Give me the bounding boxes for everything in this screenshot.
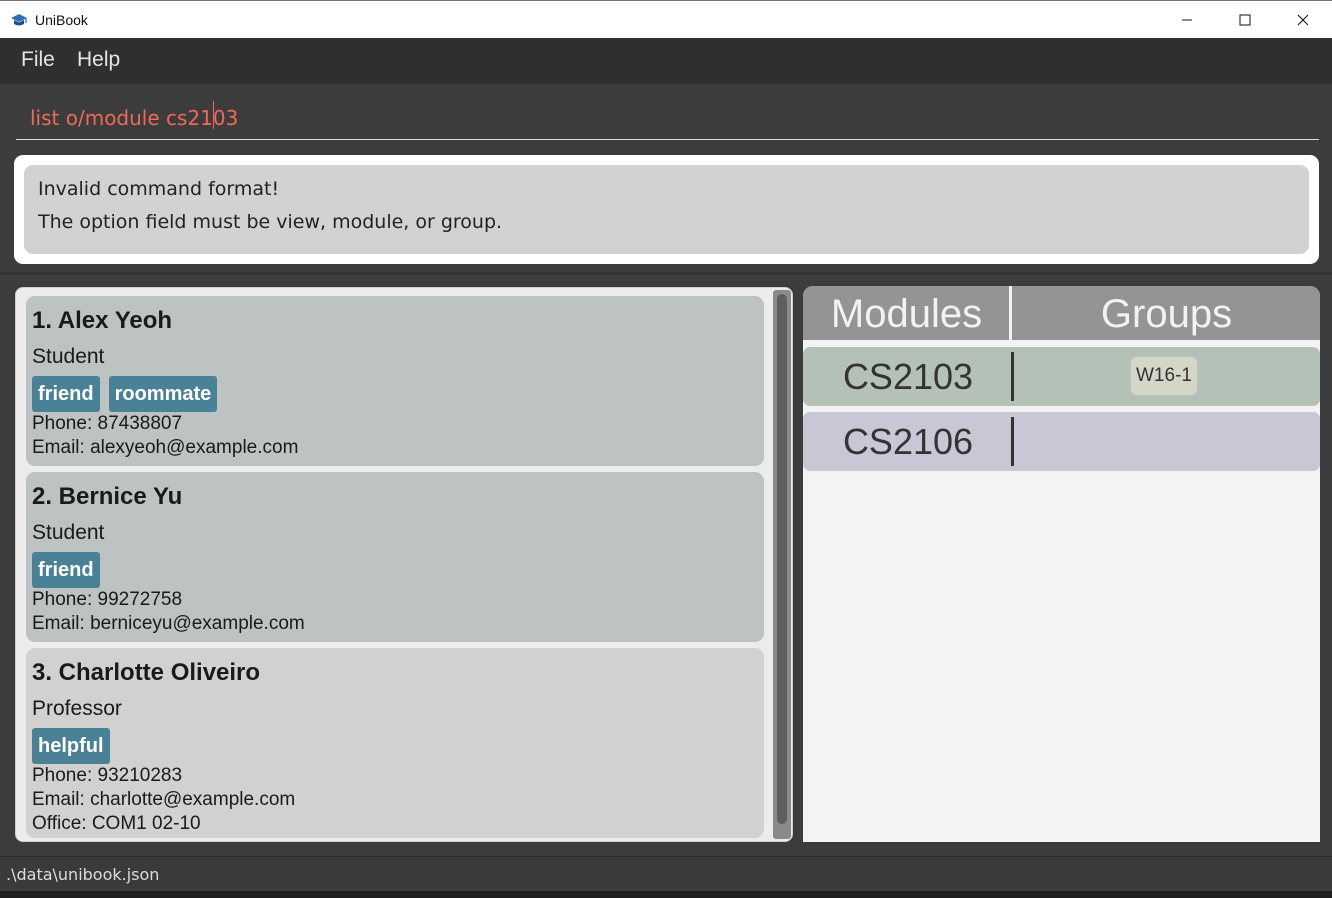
person-list-panel[interactable]: 1. Alex Yeoh Student friend roommate Pho… [15,287,793,842]
menu-help[interactable]: Help [77,48,120,72]
module-code: CS2106 [842,421,974,462]
header-separator [1009,286,1012,340]
module-code: CS2103 [842,356,974,397]
bottom-strip [0,891,1332,898]
tag: friend [32,552,100,588]
person-name: 1. Alex Yeoh [32,307,173,334]
maximize-button[interactable] [1216,1,1274,39]
command-input[interactable] [16,96,1319,140]
result-display: Invalid command format! The option field… [14,155,1319,264]
window-title: UniBook [35,12,88,28]
person-phone: Phone: 93210283 [32,765,183,786]
close-button[interactable] [1274,1,1332,39]
person-role: Student [32,521,105,544]
row-separator [1011,352,1014,401]
person-card[interactable]: 1. Alex Yeoh Student friend roommate Pho… [26,296,764,466]
text-caret [213,101,214,129]
tag: helpful [32,728,110,764]
tag: roommate [108,376,218,412]
tag-list: friend roommate [32,376,758,412]
data-file-path: .\data\unibook.json [6,865,160,884]
tag: friend [32,376,100,412]
modules-header: Modules Groups [803,286,1320,340]
person-email: Email: berniceyu@example.com [32,613,305,634]
person-name: 2. Bernice Yu [32,483,183,510]
person-card[interactable]: 2. Bernice Yu Student friend Phone: 9927… [26,472,764,642]
person-name: 3. Charlotte Oliveiro [32,659,261,686]
menu-file[interactable]: File [21,48,55,72]
title-bar: UniBook [0,0,1332,38]
person-card[interactable]: 3. Charlotte Oliveiro Professor helpful … [26,648,764,838]
person-phone: Phone: 87438807 [32,413,183,434]
module-row[interactable]: CS2103 W16-1 [803,347,1320,406]
row-separator [1011,417,1014,466]
modules-column-header: Modules [830,292,983,336]
person-email: Email: charlotte@example.com [32,789,296,810]
person-email: Email: alexyeoh@example.com [32,437,299,458]
divider [0,272,1332,275]
person-office: Office: COM1 02-10 [32,813,201,834]
status-bar: .\data\unibook.json [0,856,1332,891]
result-message-box: Invalid command format! The option field… [24,165,1309,254]
tag-list: helpful [32,728,758,764]
person-role: Student [32,345,105,368]
groups-column-header: Groups [1100,292,1233,336]
group-chip[interactable]: W16-1 [1131,357,1197,395]
result-line: Invalid command format! [38,178,280,200]
person-phone: Phone: 99272758 [32,589,183,610]
command-box [0,82,1332,148]
person-role: Professor [32,697,122,720]
graduation-cap-icon [10,11,28,29]
menu-bar: File Help [0,38,1332,82]
scrollbar-thumb[interactable] [777,294,787,824]
tag-list: friend [32,552,758,588]
minimize-button[interactable] [1158,1,1216,39]
modules-panel: Modules Groups CS2103 W16-1 CS2106 [803,286,1320,842]
result-line: The option field must be view, module, o… [38,211,503,233]
module-row[interactable]: CS2106 [803,412,1320,471]
